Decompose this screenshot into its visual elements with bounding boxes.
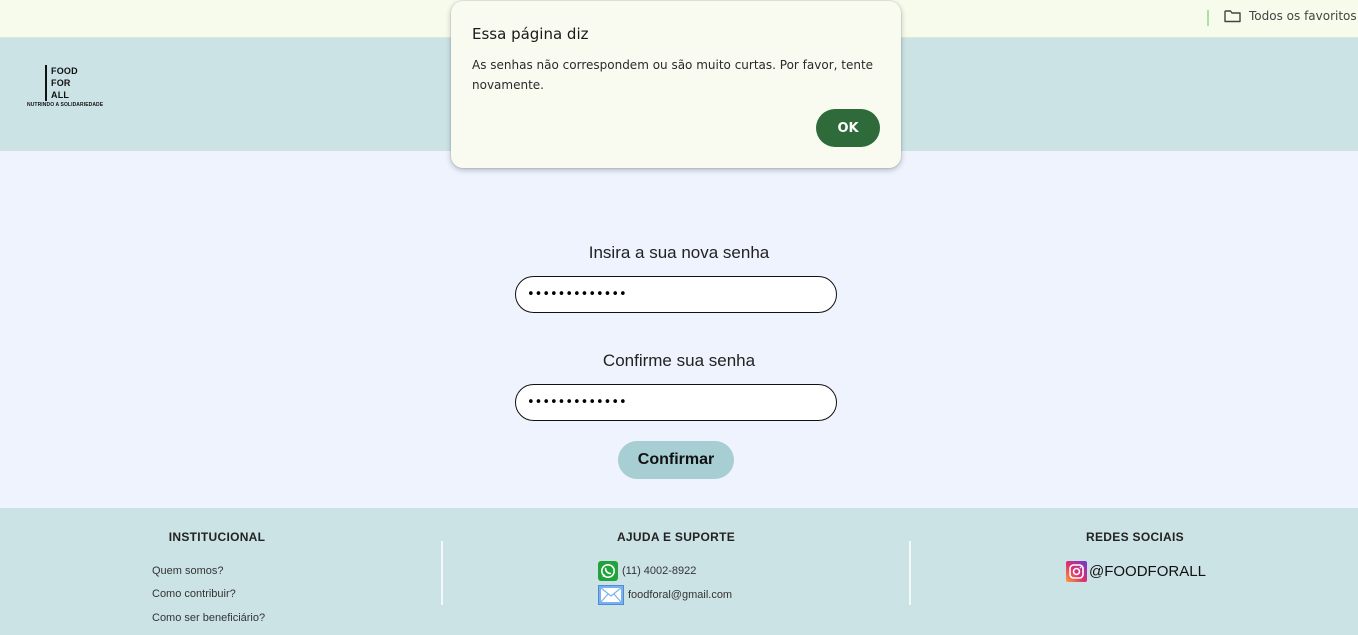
link-how-to-be-beneficiary[interactable]: Como ser beneficiário? [152,612,265,624]
footer-divider [909,541,911,605]
all-favorites-button[interactable]: Todos os favoritos [1224,9,1357,23]
new-password-input[interactable] [515,276,837,313]
instagram-link[interactable]: @FOODFORALL [1066,561,1206,582]
logo-line-food: FOOD [51,66,78,76]
logo-tagline: NUTRINDO A SOLIDARIEDADE [27,102,104,108]
new-password-label: Insira a sua nova senha [588,243,770,262]
site-logo[interactable]: FOOD FOR ALL NUTRINDO A SOLIDARIEDADE [27,65,107,115]
dialog-title: Essa página diz [472,25,589,43]
email-contact[interactable]: foodforal@gmail.com [598,585,732,605]
instagram-handle: @FOODFORALL [1089,563,1206,580]
email-address: foodforal@gmail.com [628,589,733,601]
instagram-icon [1066,561,1087,582]
confirm-password-label: Confirme sua senha [602,351,756,370]
confirm-button[interactable]: Confirmar [618,441,734,479]
phone-number: (11) 4002-8922 [622,565,697,577]
help-heading: AJUDA E SUPORTE [616,530,736,544]
password-reset-form: Insira a sua nova senha Confirme sua sen… [0,151,1358,508]
bookmarks-divider [1207,10,1209,26]
whatsapp-icon [598,561,618,581]
footer-divider [441,541,443,605]
phone-contact[interactable]: (11) 4002-8922 [598,561,696,581]
link-about-us[interactable]: Quem somos? [152,565,224,577]
confirm-password-input[interactable] [515,384,837,421]
all-favorites-label: Todos os favoritos [1249,9,1357,23]
mail-icon [598,585,624,605]
alert-dialog: Essa página diz As senhas não correspond… [451,1,901,168]
dialog-ok-button[interactable]: OK [816,109,880,147]
site-footer: INSTITUCIONAL Quem somos? Como contribui… [0,508,1358,635]
social-heading: REDES SOCIAIS [1086,530,1184,544]
folder-icon [1224,9,1241,23]
logo-bar [45,65,47,101]
institutional-heading: INSTITUCIONAL [168,530,266,544]
logo-line-all: ALL [51,90,70,100]
link-how-to-contribute[interactable]: Como contribuir? [152,588,236,600]
dialog-message: As senhas não correspondem ou são muito … [472,58,874,92]
logo-line-for: FOR [51,78,71,88]
